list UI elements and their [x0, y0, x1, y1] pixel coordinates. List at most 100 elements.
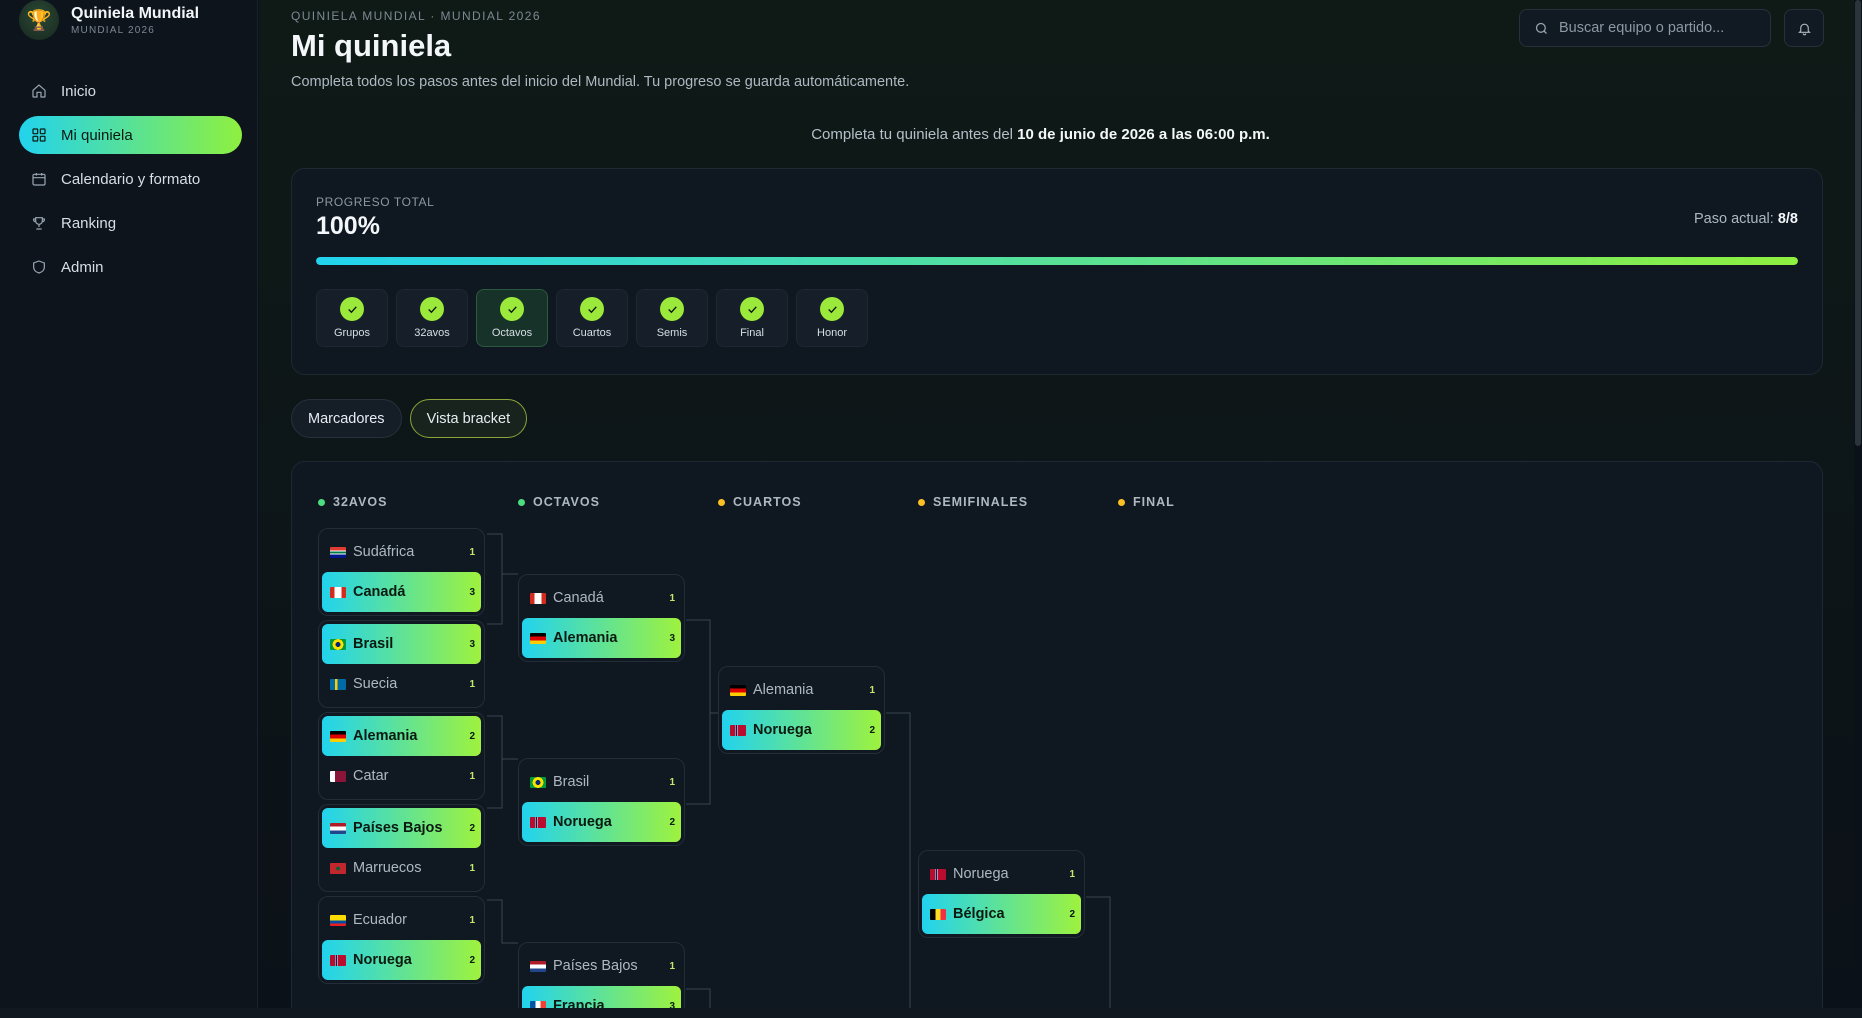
- team-row[interactable]: Sudáfrica 1: [322, 532, 481, 572]
- flag-icon: [330, 914, 346, 926]
- flag-icon: [730, 684, 746, 696]
- tab-marcadores[interactable]: Marcadores: [291, 399, 402, 438]
- step-honor[interactable]: Honor: [796, 289, 868, 347]
- round-label-semifinales: SEMIFINALES: [918, 495, 1028, 509]
- flag-icon: [330, 954, 346, 966]
- main-content: QUINIELA MUNDIAL · MUNDIAL 2026 Mi quini…: [259, 0, 1862, 1018]
- team-name: Noruega: [353, 952, 412, 968]
- team-row[interactable]: Catar 1: [322, 756, 481, 796]
- team-name: Ecuador: [353, 912, 408, 928]
- page-eyebrow: QUINIELA MUNDIAL · MUNDIAL 2026: [291, 9, 541, 23]
- round-dot: [1118, 498, 1125, 506]
- team-row[interactable]: Canadá 1: [522, 578, 681, 618]
- sidebar-item-admin[interactable]: Admin: [19, 248, 242, 286]
- check-icon: [660, 297, 684, 321]
- team-name: Noruega: [553, 814, 612, 830]
- match-card: Alemania 1 Noruega 2: [718, 666, 885, 754]
- sidebar-item-calendario[interactable]: Calendario y formato: [19, 160, 242, 198]
- round-dot: [718, 498, 725, 506]
- sidebar-item-ranking[interactable]: Ranking: [19, 204, 242, 242]
- team-row[interactable]: Suecia 1: [322, 664, 481, 704]
- sidebar-item-inicio[interactable]: Inicio: [19, 72, 242, 110]
- progress-value: 100%: [316, 212, 380, 240]
- trophy-icon: 🏆: [19, 0, 59, 40]
- match-card: Países Bajos 2 Marruecos 1: [318, 804, 485, 892]
- team-row[interactable]: Noruega 1: [922, 854, 1081, 894]
- tab-vista-bracket[interactable]: Vista bracket: [409, 399, 528, 438]
- team-score: 2: [469, 954, 475, 966]
- brand-title: Quiniela Mundial: [71, 4, 200, 22]
- sidebar: 🏆 Quiniela Mundial MUNDIAL 2026 Inicio M…: [0, 0, 258, 1018]
- team-row[interactable]: Ecuador 1: [322, 900, 481, 940]
- flag-icon: [530, 592, 546, 604]
- flag-icon: [330, 770, 346, 782]
- team-row[interactable]: Canadá 3: [322, 572, 481, 612]
- deadline-prefix: Completa tu quiniela antes del: [811, 126, 1018, 143]
- team-row[interactable]: Países Bajos 1: [522, 946, 681, 986]
- team-score: 2: [869, 724, 875, 736]
- sidebar-item-label: Mi quiniela: [61, 126, 133, 144]
- scrollbar-thumb[interactable]: [1855, 0, 1861, 446]
- team-row[interactable]: Brasil 3: [322, 624, 481, 664]
- team-name: Alemania: [753, 682, 814, 698]
- step-label: Final: [740, 327, 764, 339]
- progress-label: PROGRESO TOTAL: [316, 195, 435, 209]
- home-icon: [31, 83, 47, 99]
- team-row[interactable]: Marruecos 1: [322, 848, 481, 888]
- deadline-date: 10 de junio de 2026 a las 06:00 p.m.: [1017, 126, 1270, 143]
- search-input[interactable]: [1559, 20, 1759, 36]
- team-name: Catar: [353, 768, 389, 784]
- match-card: Canadá 1 Alemania 3: [518, 574, 685, 662]
- step-label: Honor: [817, 327, 847, 339]
- round-dot: [318, 498, 325, 506]
- flag-icon: [930, 908, 946, 920]
- team-row[interactable]: Bélgica 2: [922, 894, 1081, 934]
- team-score: 1: [669, 776, 675, 788]
- sidebar-item-label: Ranking: [61, 214, 117, 232]
- team-row[interactable]: Noruega 2: [322, 940, 481, 980]
- sidebar-item-mi-quiniela[interactable]: Mi quiniela: [19, 116, 242, 154]
- team-score: 1: [469, 914, 475, 926]
- flag-icon: [330, 730, 346, 742]
- round-label-text: CUARTOS: [733, 495, 802, 509]
- brand[interactable]: 🏆 Quiniela Mundial MUNDIAL 2026: [19, 0, 199, 40]
- vertical-scrollbar[interactable]: [1854, 0, 1862, 1008]
- team-row[interactable]: Alemania 2: [322, 716, 481, 756]
- step-cuartos[interactable]: Cuartos: [556, 289, 628, 347]
- team-name: Marruecos: [353, 860, 422, 876]
- round-dot: [918, 498, 925, 506]
- team-score: 2: [669, 816, 675, 828]
- step-grupos[interactable]: Grupos: [316, 289, 388, 347]
- step-label: Grupos: [333, 327, 371, 339]
- page-title: Mi quiniela: [291, 28, 452, 63]
- step-final[interactable]: Final: [716, 289, 788, 347]
- step-octavos[interactable]: Octavos: [476, 289, 548, 347]
- check-icon: [580, 297, 604, 321]
- horizontal-scrollbar[interactable]: [0, 1008, 1862, 1018]
- team-row[interactable]: Alemania 3: [522, 618, 681, 658]
- match-card: Noruega 1 Bélgica 2: [918, 850, 1085, 938]
- progress-card: PROGRESO TOTAL 100% Paso actual: 8/8 Gru…: [291, 168, 1823, 375]
- flag-icon: [330, 638, 346, 650]
- connector: [686, 619, 718, 714]
- team-row[interactable]: Noruega 2: [522, 802, 681, 842]
- step-semis[interactable]: Semis: [636, 289, 708, 347]
- search-box[interactable]: [1519, 9, 1771, 47]
- notifications-button[interactable]: [1784, 9, 1824, 47]
- match-card: Ecuador 1 Noruega 2: [318, 896, 485, 984]
- match-card: Países Bajos 1 Francia 3: [518, 942, 685, 1018]
- connector: [487, 899, 518, 944]
- flag-icon: [530, 960, 546, 972]
- round-label-32avos: 32AVOS: [318, 495, 387, 509]
- bell-icon: [1797, 23, 1811, 35]
- team-row[interactable]: Países Bajos 2: [322, 808, 481, 848]
- step-32avos[interactable]: 32avos: [396, 289, 468, 347]
- current-step: Paso actual: 8/8: [1694, 211, 1798, 227]
- flag-icon: [530, 632, 546, 644]
- team-row[interactable]: Alemania 1: [722, 670, 881, 710]
- round-label-text: SEMIFINALES: [933, 495, 1029, 509]
- flag-icon: [330, 586, 346, 598]
- round-dot: [518, 498, 525, 506]
- team-row[interactable]: Noruega 2: [722, 710, 881, 750]
- team-row[interactable]: Brasil 1: [522, 762, 681, 802]
